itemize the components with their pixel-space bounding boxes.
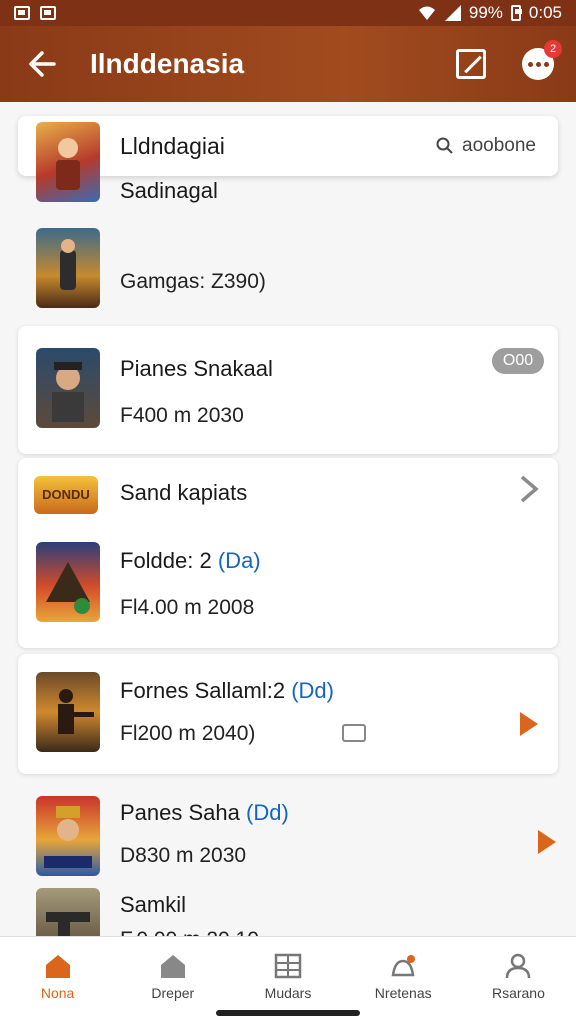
game-thumbnail[interactable] [36, 672, 100, 752]
list-item-meta: F400 m 2030 [120, 404, 244, 427]
nav-tab-notifications[interactable]: Nretenas [346, 937, 461, 1024]
cart-icon[interactable] [342, 724, 366, 742]
home-icon [45, 955, 70, 978]
game-thumbnail[interactable] [36, 542, 100, 622]
game-thumbnail[interactable] [36, 228, 100, 308]
search-input[interactable]: aoobone [436, 135, 536, 157]
game-logo: DONDU [34, 476, 98, 514]
list-item-meta: F.0.00 m 20.10 [120, 928, 259, 936]
nav-label: Mudars [264, 985, 312, 1001]
nav-tab-store[interactable]: Dreper [115, 937, 230, 1024]
nav-label: Nona [40, 985, 75, 1001]
notification-badge: 2 [544, 40, 562, 58]
nav-label: Dreper [151, 985, 195, 1001]
nav-tab-profile[interactable]: Rsarano [461, 937, 576, 1024]
battery-icon [510, 5, 522, 21]
battery-level: 99% [468, 3, 503, 22]
list-item[interactable]: DONDU Sand kapiats Foldde: 2 (Da) Fl4.00… [18, 458, 558, 648]
signal-icon [444, 5, 461, 21]
list-item-meta: Fl4.00 m 2008 [120, 596, 255, 619]
search-title: Lldndagiai [120, 132, 225, 159]
list-item-meta: Gamgas: Z390) [120, 270, 266, 293]
notification-icon [14, 6, 30, 20]
list-item-tag: (Dd) [246, 800, 289, 825]
page-title: Ilnddenasia [90, 48, 245, 79]
search-placeholder: aoobone [462, 135, 536, 156]
home-indicator[interactable] [216, 1010, 360, 1016]
nav-label: Rsarano [491, 985, 545, 1001]
nav-label: Nretenas [374, 985, 432, 1001]
list-item-tag: (Dd) [291, 678, 334, 703]
list-item[interactable]: Pianes Snakaal F400 m 2030 O00 [18, 326, 558, 454]
game-thumbnail[interactable] [36, 796, 100, 876]
app-bar: Ilnddenasia 2 [0, 26, 576, 102]
play-icon[interactable] [538, 830, 556, 854]
status-bar: 99% 0:05 [0, 0, 576, 26]
list-item-meta: Fl200 m 2040) [120, 722, 256, 745]
back-arrow-icon[interactable] [22, 49, 62, 79]
list-item-meta: D830 m 2030 [120, 844, 247, 867]
list-item-title: Foldde: 2 (Da) [120, 548, 261, 573]
list-item[interactable]: Fornes Sallaml:2 (Dd) Fl200 m 2040) [18, 654, 558, 774]
download-toggle[interactable]: O00 [492, 348, 544, 374]
chevron-right-icon[interactable] [518, 474, 540, 504]
nav-tab-home[interactable]: Nona [0, 937, 115, 1024]
list-item-title: Panes Saha (Dd) [120, 800, 289, 825]
play-icon[interactable] [520, 712, 538, 736]
search-icon [436, 137, 453, 154]
list-item-title: Sadinagal [120, 178, 218, 203]
list-item-title: Sand kapiats [120, 480, 248, 505]
game-thumbnail[interactable] [36, 348, 100, 428]
list-item-title: Samkil [120, 892, 187, 917]
wifi-icon [418, 6, 435, 20]
game-list[interactable]: Lldndagiai aoobone Sadinagal Gamgas: Z39… [0, 102, 576, 936]
grid-icon [274, 953, 302, 979]
list-item-title: Pianes Snakaal [120, 356, 273, 381]
profile-icon [506, 953, 531, 979]
clock: 0:05 [528, 3, 562, 22]
more-options-button[interactable]: 2 [522, 40, 562, 80]
list-item-title: Fornes Sallaml:2 (Dd) [120, 678, 334, 703]
image-icon [40, 6, 56, 20]
notification-icon [391, 955, 416, 977]
list-item-tag: (Da) [217, 548, 261, 573]
store-icon [160, 955, 185, 978]
game-thumbnail[interactable] [36, 122, 100, 202]
edit-icon[interactable] [456, 49, 486, 79]
game-thumbnail[interactable] [36, 888, 100, 936]
